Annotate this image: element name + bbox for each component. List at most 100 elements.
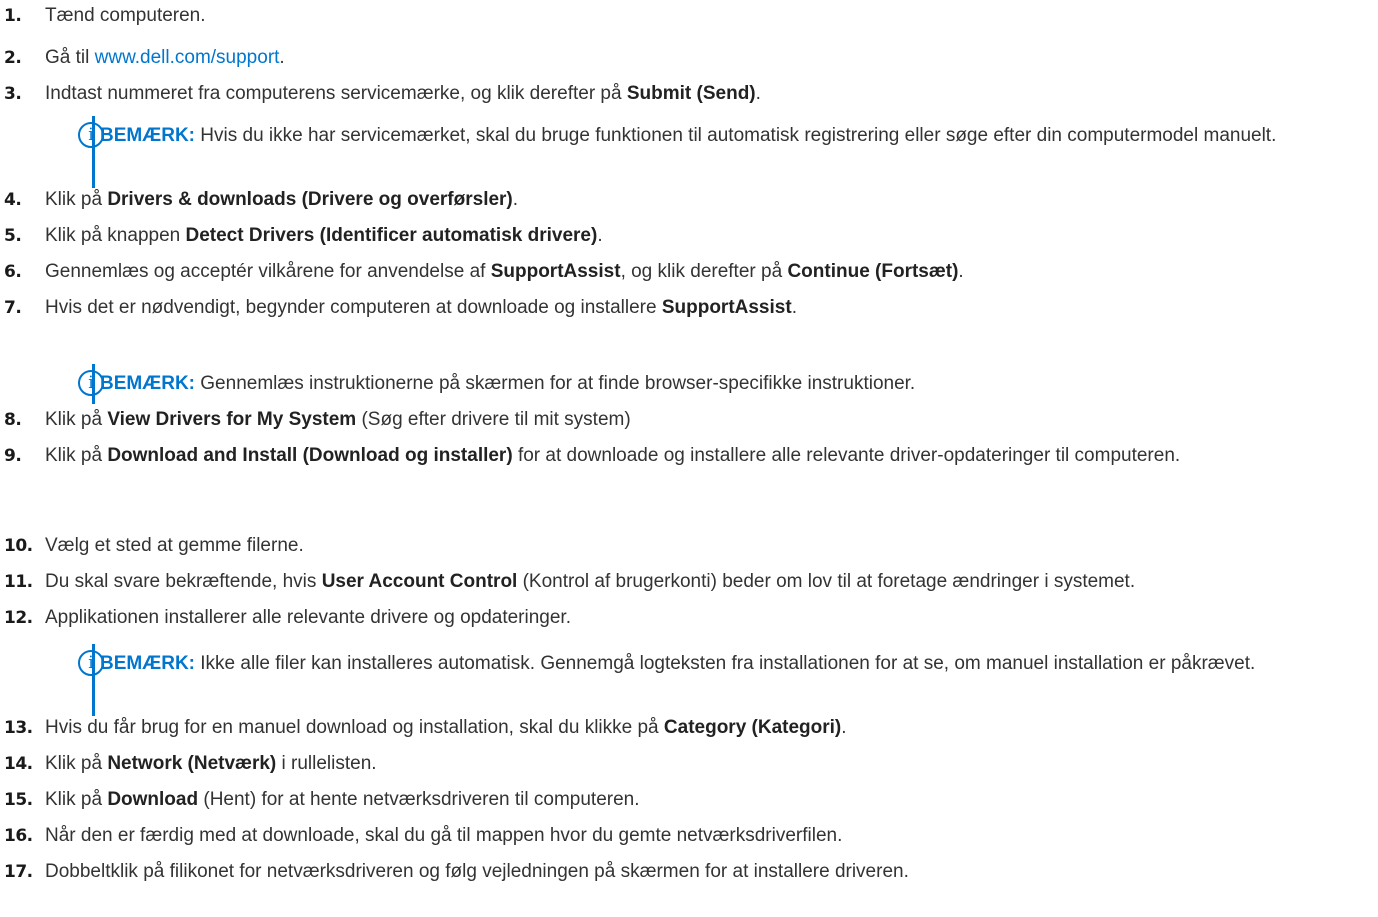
step-text: Du skal svare bekræftende, hvis User Acc…	[45, 569, 1368, 595]
note-1: i BEMÆRK: Hvis du ikke har servicemærket,…	[78, 114, 1358, 190]
step-text: Indtast nummeret fra computerens service…	[45, 81, 1368, 107]
ui-term: Download and Install (Download og instal…	[107, 445, 513, 466]
note-divider	[92, 116, 95, 188]
step-text: Applikationen installerer alle relevante…	[45, 605, 1368, 631]
ui-term: Continue (Fortsæt)	[787, 261, 959, 282]
note-body: Gennemlæs instruktionerne på skærmen for…	[200, 373, 916, 394]
step-text-fragment: Hvis du får brug for en manuel download …	[45, 717, 664, 738]
step-14: 14. Klik på Network (Netværk) i rullelist…	[0, 751, 1378, 777]
step-1: 1. Tænd computeren.	[0, 3, 1378, 29]
step-text: Klik på Drivers & downloads (Drivere og …	[45, 187, 1368, 213]
step-text-fragment: Klik på	[45, 189, 108, 210]
step-text-fragment: Gennemlæs og acceptér vilkårene for anve…	[45, 261, 491, 282]
step-text: Klik på View Drivers for My System (Søg …	[45, 407, 1368, 433]
step-15: 15. Klik på Download (Hent) for at hente …	[0, 787, 1378, 813]
step-text: Tænd computeren.	[45, 3, 1368, 29]
ui-term: Submit (Send)	[626, 83, 756, 104]
step-text: Klik på Network (Netværk) i rullelisten.	[45, 751, 1368, 777]
step-text-fragment: Hvis det er nødvendigt, begynder compute…	[45, 297, 662, 318]
step-text: Gennemlæs og acceptér vilkårene for anve…	[45, 259, 1368, 285]
step-number: 9.	[4, 446, 22, 466]
step-text: Hvis det er nødvendigt, begynder compute…	[45, 295, 1368, 321]
note-body: Hvis du ikke har servicemærket, skal du …	[200, 125, 1277, 146]
step-text: Klik på knappen Detect Drivers (Identifi…	[45, 223, 1368, 249]
step-number: 10.	[4, 536, 33, 556]
step-text-fragment: i rullelisten.	[276, 753, 377, 774]
step-number: 4.	[4, 190, 22, 210]
ui-term: SupportAssist	[490, 261, 621, 282]
step-number: 1.	[4, 6, 22, 26]
note-body: Ikke alle filer kan installeres automati…	[200, 653, 1256, 674]
step-number: 15.	[4, 790, 33, 810]
step-8: 8. Klik på View Drivers for My System (Sø…	[0, 407, 1378, 433]
ui-term: SupportAssist	[661, 297, 792, 318]
note-2: i BEMÆRK: Gennemlæs instruktionerne på sk…	[78, 362, 1358, 406]
step-text-fragment: Dobbeltklik på filikonet for netværksdri…	[45, 861, 909, 882]
ui-term: View Drivers for My System	[107, 409, 357, 430]
step-text-fragment: Indtast nummeret fra computerens service…	[45, 83, 627, 104]
step-number: 17.	[4, 862, 33, 882]
step-text: Når den er færdig med at downloade, skal…	[45, 823, 1368, 849]
document-page: 1. Tænd computeren. 2. Gå til www.dell.com/…	[0, 0, 1378, 917]
step-text-fragment: (Søg efter drivere til mit system)	[356, 409, 631, 430]
step-text-fragment: Klik på knappen	[45, 225, 186, 246]
step-text: Vælg et sted at gemme filerne.	[45, 533, 1368, 559]
step-text-fragment: Tænd computeren.	[45, 5, 206, 26]
step-5: 5. Klik på knappen Detect Drivers (Identi…	[0, 223, 1378, 249]
step-number: 7.	[4, 298, 22, 318]
note-divider	[92, 644, 95, 716]
step-11: 11. Du skal svare bekræftende, hvis User …	[0, 569, 1378, 595]
step-text-fragment: Vælg et sted at gemme filerne.	[45, 535, 304, 556]
step-text-fragment: for at downloade og installere alle rele…	[512, 445, 1181, 466]
step-3: 3. Indtast nummeret fra computerens servi…	[0, 81, 1378, 107]
step-9: 9. Klik på Download and Install (Download…	[0, 443, 1378, 469]
ui-term: Download	[107, 789, 199, 810]
step-text-fragment: Du skal svare bekræftende, hvis	[45, 571, 322, 592]
ui-term: Drivers & downloads (Drivere og overførs…	[107, 189, 513, 210]
step-number: 2.	[4, 48, 22, 68]
support-link[interactable]: www.dell.com/support	[95, 47, 280, 68]
step-text: Hvis du får brug for en manuel download …	[45, 715, 1368, 741]
step-text-fragment: Klik på	[45, 753, 108, 774]
step-number: 3.	[4, 84, 22, 104]
step-text-fragment: .	[755, 83, 761, 104]
note-text: BEMÆRK: Gennemlæs instruktionerne på skæ…	[100, 367, 1358, 401]
step-number: 14.	[4, 754, 33, 774]
step-text-fragment: Applikationen installerer alle relevante…	[45, 607, 571, 628]
step-number: 12.	[4, 608, 33, 628]
step-number: 6.	[4, 262, 22, 282]
step-7: 7. Hvis det er nødvendigt, begynder compu…	[0, 295, 1378, 321]
ui-term: User Account Control	[321, 571, 518, 592]
ui-term: Detect Drivers (Identificer automatisk d…	[185, 225, 598, 246]
step-text: Gå til www.dell.com/support.	[45, 45, 1368, 71]
step-6: 6. Gennemlæs og acceptér vilkårene for an…	[0, 259, 1378, 285]
step-text-fragment: Når den er færdig med at downloade, skal…	[45, 825, 843, 846]
step-16: 16. Når den er færdig med at downloade, s…	[0, 823, 1378, 849]
step-text-fragment: .	[597, 225, 603, 246]
note-divider	[92, 364, 95, 404]
step-10: 10. Vælg et sted at gemme filerne.	[0, 533, 1378, 559]
step-12: 12. Applikationen installerer alle releva…	[0, 605, 1378, 631]
step-4: 4. Klik på Drivers & downloads (Drivere o…	[0, 187, 1378, 213]
note-label: BEMÆRK:	[100, 653, 195, 674]
step-text-fragment: .	[512, 189, 519, 210]
step-number: 16.	[4, 826, 33, 846]
step-text-fragment: Gå til	[45, 47, 95, 68]
note-label: BEMÆRK:	[100, 125, 195, 146]
step-text-fragment: (Hent) for at hente netværksdriveren til…	[198, 789, 640, 810]
step-text-fragment: .	[841, 717, 847, 738]
note-3: i BEMÆRK: Ikke alle filer kan installeres…	[78, 642, 1358, 718]
step-text-fragment: .	[279, 47, 285, 68]
note-label: BEMÆRK:	[100, 373, 195, 394]
step-2: 2. Gå til www.dell.com/support.	[0, 45, 1378, 71]
step-17: 17. Dobbeltklik på filikonet for netværks…	[0, 859, 1378, 885]
step-text-fragment: , og klik derefter på	[620, 261, 788, 282]
step-text-fragment: Klik på	[45, 445, 108, 466]
step-text-fragment: .	[791, 297, 797, 318]
step-text: Klik på Download (Hent) for at hente net…	[45, 787, 1368, 813]
step-text: Klik på Download and Install (Download o…	[45, 443, 1368, 469]
ui-term: Network (Netværk)	[107, 753, 277, 774]
step-text-fragment: Klik på	[45, 789, 108, 810]
step-text: Dobbeltklik på filikonet for netværksdri…	[45, 859, 1368, 885]
step-number: 11.	[4, 572, 33, 592]
